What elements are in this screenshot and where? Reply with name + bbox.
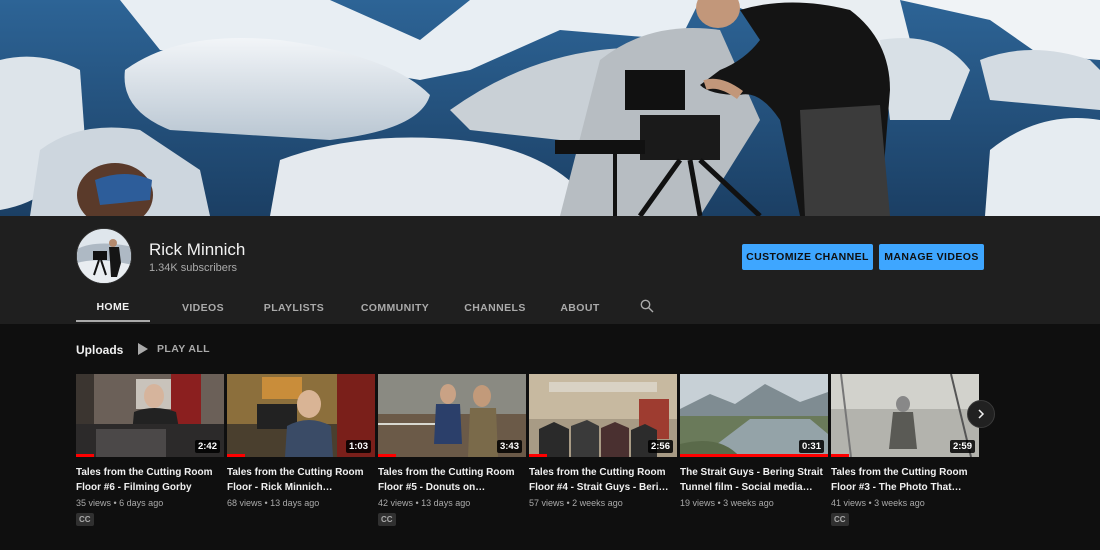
subscriber-count: 1.34K subscribers (149, 262, 238, 274)
channel-header: Rick Minnich 1.34K subscribers CUSTOMIZE… (0, 216, 1100, 324)
watch-progress-bar (76, 454, 94, 457)
tab-home[interactable]: HOME (76, 294, 150, 322)
channel-tabs: HOME VIDEOS PLAYLISTS COMMUNITY CHANNELS… (76, 294, 610, 324)
video-thumbnail[interactable]: 0:31 (680, 374, 828, 457)
tab-playlists[interactable]: PLAYLISTS (252, 294, 336, 322)
watch-progress-bar (378, 454, 396, 457)
watch-progress-bar (831, 454, 849, 457)
video-meta: 42 views • 13 days ago (378, 498, 471, 508)
video-thumbnail[interactable]: 2:56 (529, 374, 677, 457)
video-title[interactable]: The Strait Guys - Bering Strait Tunnel f… (680, 465, 828, 495)
next-shelf-button[interactable] (967, 400, 995, 428)
video-meta: 57 views • 2 weeks ago (529, 498, 623, 508)
play-all-button[interactable]: PLAY ALL (138, 343, 210, 355)
play-all-label: PLAY ALL (157, 343, 210, 355)
chevron-right-icon (978, 409, 985, 419)
tab-channels[interactable]: CHANNELS (454, 294, 536, 322)
video-card[interactable]: 1:03 Tales from the Cutting Room Floor - … (227, 374, 375, 508)
video-card[interactable]: 2:59 Tales from the Cutting Room Floor #3… (831, 374, 979, 527)
video-meta: 19 views • 3 weeks ago (680, 498, 774, 508)
video-thumbnail[interactable]: 2:42 (76, 374, 224, 457)
manage-videos-button[interactable]: MANAGE VIDEOS (879, 244, 984, 270)
tab-videos[interactable]: VIDEOS (162, 294, 244, 322)
video-meta: 35 views • 6 days ago (76, 498, 164, 508)
video-title[interactable]: Tales from the Cutting Room Floor #5 - D… (378, 465, 526, 495)
video-thumbnail[interactable]: 1:03 (227, 374, 375, 457)
search-icon[interactable] (640, 299, 654, 313)
uploads-title[interactable]: Uploads (76, 343, 123, 357)
tab-about[interactable]: ABOUT (550, 294, 610, 322)
video-duration: 1:03 (345, 440, 371, 453)
customize-channel-button[interactable]: CUSTOMIZE CHANNEL (742, 244, 873, 270)
video-title[interactable]: Tales from the Cutting Room Floor #4 - S… (529, 465, 677, 495)
channel-banner (0, 0, 1100, 216)
video-meta: 68 views • 13 days ago (227, 498, 320, 508)
video-title[interactable]: Tales from the Cutting Room Floor #6 - F… (76, 465, 224, 495)
cc-badge: CC (378, 513, 396, 526)
video-thumbnail[interactable]: 3:43 (378, 374, 526, 457)
video-title[interactable]: Tales from the Cutting Room Floor - Rick… (227, 465, 375, 495)
video-duration: 2:59 (949, 440, 975, 453)
video-thumbnail[interactable]: 2:59 (831, 374, 979, 457)
cc-badge: CC (76, 513, 94, 526)
video-card[interactable]: 3:43 Tales from the Cutting Room Floor #5… (378, 374, 526, 527)
video-duration: 3:43 (496, 440, 522, 453)
video-card[interactable]: 2:42 Tales from the Cutting Room Floor #6… (76, 374, 224, 527)
channel-avatar[interactable] (76, 228, 132, 284)
uploads-heading: Uploads (76, 342, 123, 358)
channel-name: Rick Minnich (149, 240, 246, 259)
cc-badge: CC (831, 513, 849, 526)
video-duration: 0:31 (798, 440, 824, 453)
watch-progress-bar (680, 454, 828, 457)
video-meta: 41 views • 3 weeks ago (831, 498, 925, 508)
video-card[interactable]: 2:56 Tales from the Cutting Room Floor #4… (529, 374, 677, 508)
tab-community[interactable]: COMMUNITY (350, 294, 440, 322)
video-duration: 2:42 (194, 440, 220, 453)
video-title[interactable]: Tales from the Cutting Room Floor #3 - T… (831, 465, 979, 495)
watch-progress-bar (227, 454, 245, 457)
video-duration: 2:56 (647, 440, 673, 453)
play-icon (138, 343, 148, 355)
video-card[interactable]: 0:31 The Strait Guys - Bering Strait Tunn… (680, 374, 828, 508)
watch-progress-bar (529, 454, 547, 457)
